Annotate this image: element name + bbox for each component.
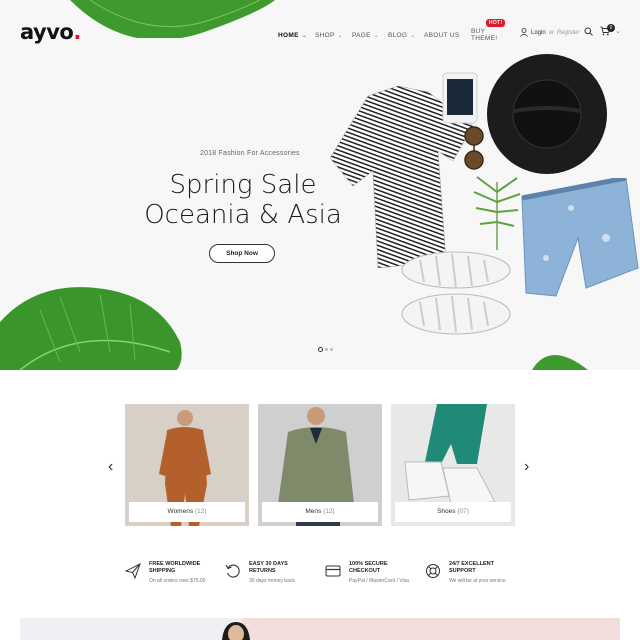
category-label-womens[interactable]: Womens (12) bbox=[129, 502, 245, 522]
feature-title: EASY 30 DAYS RETURNS bbox=[249, 561, 288, 575]
credit-card-icon bbox=[325, 565, 341, 577]
shop-now-button[interactable]: Shop Now bbox=[209, 244, 275, 263]
paper-plane-icon bbox=[125, 563, 141, 579]
register-link[interactable]: Register bbox=[557, 30, 579, 36]
slider-dot-3[interactable] bbox=[330, 348, 333, 351]
feature-title-line1: FREE WORLDWIDE bbox=[149, 561, 201, 567]
cart-count-badge: 0 bbox=[607, 24, 615, 32]
nav-page[interactable]: PAGE ⌄ bbox=[352, 28, 388, 42]
category-count: (07) bbox=[457, 508, 469, 515]
feature-title: FREE WORLDWIDE SHIPPING bbox=[149, 561, 200, 575]
chevron-down-icon: ⌄ bbox=[373, 32, 380, 39]
category-name: Mens bbox=[305, 508, 322, 515]
feature-desc: PayPal / MasterCard / Visa bbox=[349, 578, 409, 584]
site-header: ayvo. HOME ⌄ SHOP ⌄ PAGE ⌄ BLOG ⌄ ABOUT US B… bbox=[0, 0, 640, 62]
category-label-mens[interactable]: Mens (12) bbox=[262, 502, 378, 522]
or-text: or bbox=[548, 29, 555, 36]
slider-dot-2[interactable] bbox=[325, 348, 328, 351]
chevron-down-icon: ⌄ bbox=[337, 32, 343, 39]
nav-blog-label: BLOG bbox=[388, 31, 408, 39]
hero-title-line2: Oceania & Asia bbox=[144, 200, 342, 230]
category-card-mens[interactable]: Mens (12) bbox=[258, 404, 382, 526]
user-icon bbox=[520, 28, 528, 37]
nav-about[interactable]: ABOUT US bbox=[424, 28, 471, 42]
lifebuoy-icon bbox=[426, 564, 440, 578]
site-logo[interactable]: ayvo. bbox=[20, 20, 81, 44]
categories-next-arrow[interactable]: › bbox=[524, 458, 529, 476]
leaf-bottom-decoration bbox=[0, 287, 182, 370]
feature-title-line1: EASY 30 DAYS bbox=[249, 561, 288, 567]
nav-buy-theme[interactable]: BUY THEME! HOT! bbox=[471, 19, 511, 42]
nav-shop[interactable]: SHOP ⌄ bbox=[315, 28, 352, 42]
return-arrow-icon bbox=[225, 564, 240, 578]
white-sandals-image bbox=[401, 251, 511, 335]
nav-page-label: PAGE bbox=[352, 31, 371, 39]
feature-title: 24/7 EXCELLENT SUPPORT bbox=[449, 561, 494, 575]
nav-blog[interactable]: BLOG ⌄ bbox=[388, 28, 424, 42]
category-card-shoes[interactable]: Shoes (07) bbox=[391, 404, 515, 526]
chevron-down-icon: ⌄ bbox=[301, 32, 308, 39]
hero-subtitle: 2018 Fashion For Accessories bbox=[200, 150, 300, 157]
category-label-shoes[interactable]: Shoes (07) bbox=[395, 502, 511, 522]
nav-shop-label: SHOP bbox=[315, 31, 335, 39]
slider-dots bbox=[318, 347, 333, 352]
sunglasses-image bbox=[464, 126, 484, 170]
categories-prev-arrow[interactable]: ‹ bbox=[108, 458, 113, 476]
feature-title-line1: 24/7 EXCELLENT bbox=[449, 561, 494, 567]
feature-desc: On all orders over $75.00 bbox=[149, 578, 206, 584]
feature-title-line1: 100% SECURE bbox=[349, 561, 388, 567]
category-card-womens[interactable]: Womens (12) bbox=[125, 404, 249, 526]
slider-dot-1[interactable] bbox=[318, 347, 323, 352]
hero-title: Spring Sale Oceania & Asia bbox=[140, 170, 346, 230]
banner-model-image bbox=[222, 622, 250, 640]
banner-right-panel bbox=[242, 618, 620, 640]
chevron-down-icon[interactable]: ⌄ bbox=[615, 27, 621, 35]
nav-about-label: ABOUT US bbox=[424, 31, 460, 39]
black-hat-image bbox=[487, 54, 607, 174]
leaf-small-decoration bbox=[532, 355, 588, 370]
nav-home[interactable]: HOME ⌄ bbox=[278, 28, 315, 42]
feature-title-line2: SHIPPING bbox=[149, 568, 176, 574]
palm-leaf-image bbox=[473, 176, 521, 250]
denim-shorts-image bbox=[521, 178, 639, 297]
hot-badge: HOT! bbox=[486, 19, 506, 27]
phone-image bbox=[442, 72, 478, 124]
feature-title-line2: SUPPORT bbox=[449, 568, 476, 574]
feature-title-line2: RETURNS bbox=[249, 568, 276, 574]
feature-title: 100% SECURE CHECKOUT bbox=[349, 561, 388, 575]
nav-buy-theme-label: BUY THEME! bbox=[471, 28, 498, 42]
hero-title-line1: Spring Sale bbox=[169, 170, 317, 200]
feature-desc: 30 days money back bbox=[249, 578, 295, 584]
logo-text: ayvo bbox=[20, 20, 74, 44]
category-count: (12) bbox=[194, 508, 207, 515]
logo-dot: . bbox=[73, 20, 81, 44]
promo-banner bbox=[20, 618, 620, 640]
feature-desc: We will be at your service bbox=[449, 578, 506, 584]
category-name: Shoes bbox=[437, 508, 456, 515]
login-link[interactable]: Login bbox=[531, 30, 546, 36]
chevron-down-icon: ⌄ bbox=[410, 32, 416, 39]
category-name: Womens bbox=[167, 508, 194, 515]
login-register[interactable]: Login or Register bbox=[520, 28, 579, 37]
nav-home-label: HOME bbox=[278, 31, 299, 39]
category-count: (12) bbox=[323, 508, 335, 515]
feature-title-line2: CHECKOUT bbox=[349, 568, 381, 574]
main-nav: HOME ⌄ SHOP ⌄ PAGE ⌄ BLOG ⌄ ABOUT US BUY THE… bbox=[278, 19, 511, 42]
search-icon[interactable] bbox=[584, 27, 593, 36]
